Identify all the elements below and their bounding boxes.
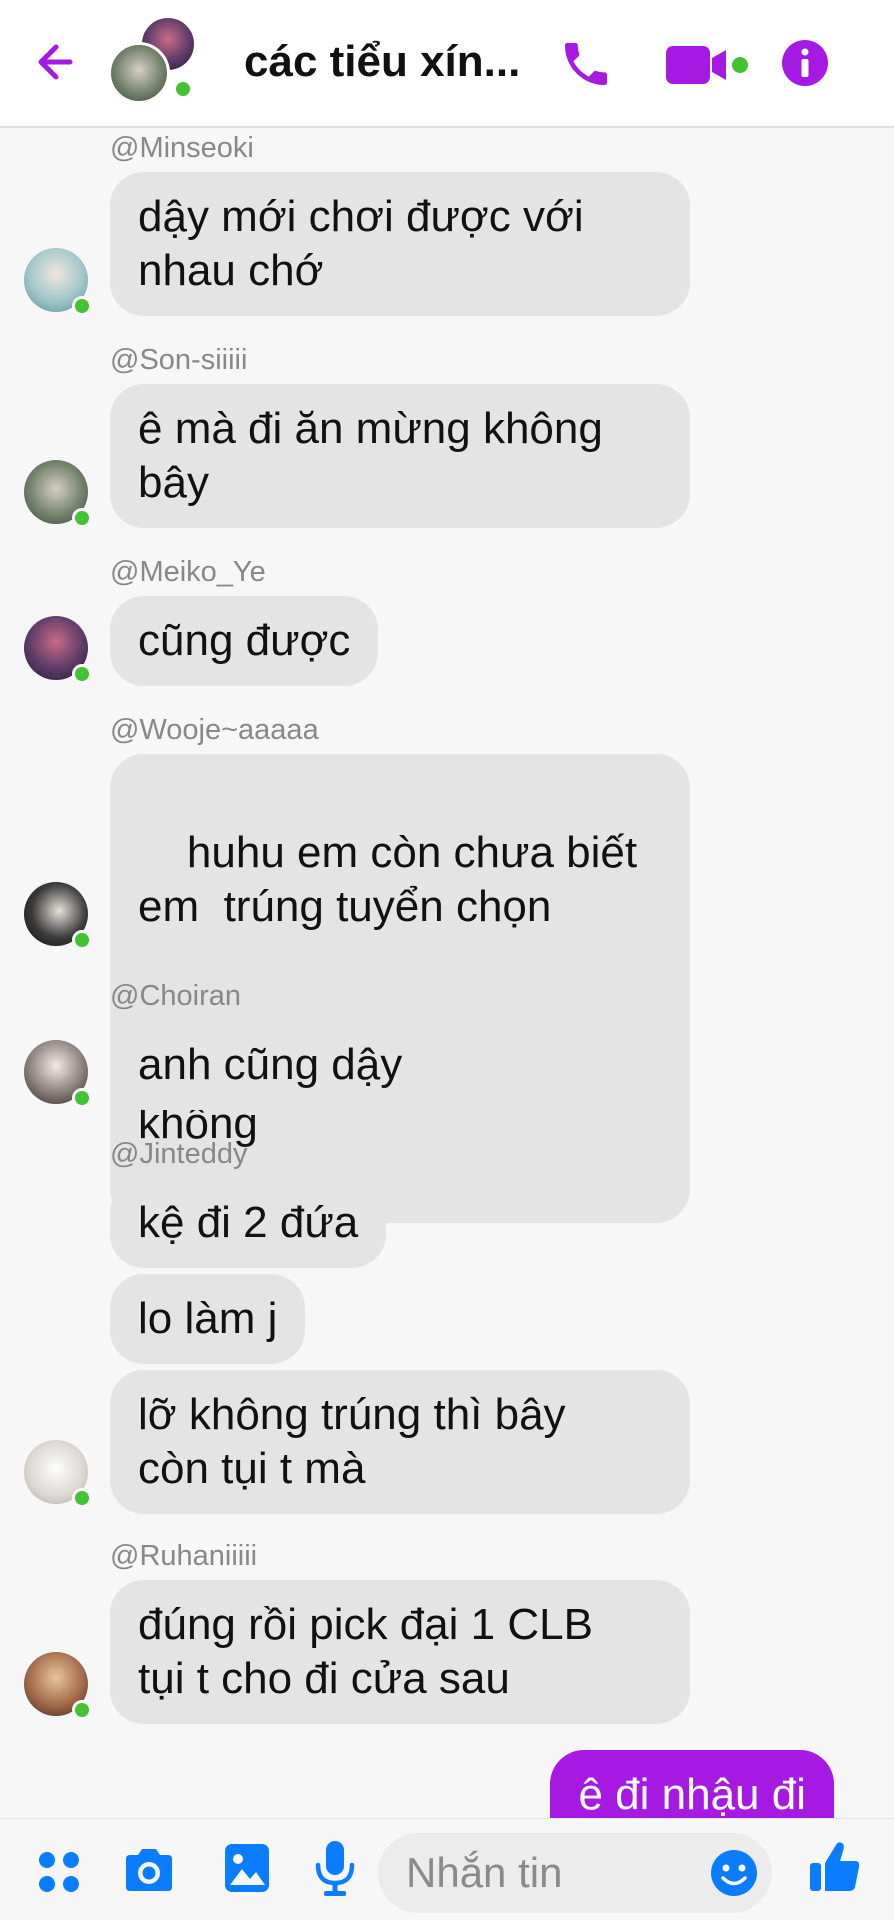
online-status-dot	[72, 664, 92, 684]
downcast-face-with-sweat-emoji-icon	[270, 934, 322, 1092]
online-status-dot	[72, 930, 92, 950]
input-placeholder: Nhắn tin	[406, 1849, 563, 1896]
message-bubble[interactable]: lo làm j	[110, 1274, 306, 1364]
message-bubble[interactable]: ê mà đi ăn mừng không bây	[110, 384, 690, 528]
sender-name: @Son-siiiii	[110, 344, 248, 376]
conversation-title[interactable]: các tiểu xín...	[244, 34, 524, 90]
message-bubble[interactable]: cũng được	[110, 596, 379, 686]
sender-name: @Meiko_Ye	[110, 556, 266, 588]
phone-icon[interactable]	[558, 36, 614, 92]
avatar[interactable]	[24, 248, 92, 316]
online-status-dot	[72, 296, 92, 316]
message-bubble[interactable]: đúng rồi pick đại 1 CLB tụi t cho đi cửa…	[110, 1580, 690, 1724]
online-status-dot	[72, 508, 92, 528]
message-list[interactable]: @Minseoki dậy mới chơi được với nhau chớ…	[0, 130, 894, 1818]
message-bubble[interactable]: anh cũng dậy	[110, 1020, 431, 1110]
online-status-dot	[72, 1088, 92, 1108]
sender-name: @Choiran	[110, 980, 241, 1012]
message-input[interactable]: Nhắn tin	[378, 1833, 772, 1913]
thumbs-up-icon[interactable]	[808, 1839, 862, 1900]
message-bubble[interactable]: kệ đi 2 đứa	[110, 1178, 387, 1268]
message-composer: Nhắn tin	[0, 1818, 894, 1920]
online-status-dot	[72, 1488, 92, 1508]
info-icon[interactable]	[780, 38, 830, 88]
online-status-dot	[72, 1700, 92, 1720]
avatar[interactable]	[24, 1040, 92, 1108]
microphone-icon[interactable]	[314, 1839, 356, 1902]
outgoing-message-bubble[interactable]: ê đi nhậu đi	[550, 1750, 834, 1818]
avatar[interactable]	[24, 882, 92, 950]
video-camera-icon[interactable]	[664, 40, 754, 90]
online-status-dot	[172, 78, 194, 100]
emoji-icon[interactable]	[708, 1847, 760, 1899]
sender-name: @Ruhaniiiii	[110, 1540, 258, 1572]
camera-icon[interactable]	[122, 1845, 176, 1900]
member-avatar	[108, 42, 170, 104]
gallery-icon[interactable]	[222, 1841, 272, 1900]
avatar[interactable]	[24, 616, 92, 684]
avatar[interactable]	[24, 1440, 92, 1508]
chat-header: các tiểu xín...	[0, 0, 894, 128]
menu-dots-icon[interactable]	[36, 1849, 82, 1900]
group-avatar[interactable]	[108, 16, 196, 104]
back-arrow-icon[interactable]	[30, 34, 86, 90]
avatar[interactable]	[24, 460, 92, 528]
sender-name: @Jinteddy	[110, 1138, 248, 1170]
message-bubble[interactable]: lỡ không trúng thì bây còn tụi t mà	[110, 1370, 690, 1514]
sender-name: @Minseoki	[110, 132, 254, 164]
avatar[interactable]	[24, 1652, 92, 1720]
sender-name: @Wooje~aaaaa	[110, 714, 319, 746]
message-bubble[interactable]: dậy mới chơi được với nhau chớ	[110, 172, 690, 316]
